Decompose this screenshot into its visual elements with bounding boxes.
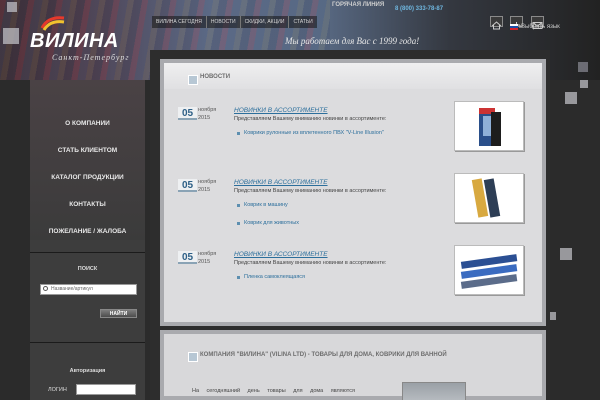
news-thumbnail[interactable]	[454, 101, 524, 151]
company-text: На сегодняшний день товары для дома явля…	[192, 388, 355, 394]
top-navigation: ВИЛИНА СЕГОДНЯ НОВОСТИ СКИДКИ, АКЦИИ СТА…	[152, 16, 317, 28]
news-date-month: ноября	[198, 179, 217, 185]
menu-item-feedback[interactable]: ПОЖЕЛАНИЕ / ЖАЛОБА	[30, 218, 145, 245]
news-links: Коврики рулонные из вплетенного ПВХ "V-L…	[237, 130, 384, 148]
hotline-phone[interactable]: 8 (800) 333-78-87	[395, 6, 443, 12]
home-icon[interactable]	[490, 16, 503, 30]
rolled-mats-icon	[479, 108, 501, 146]
logo-text: ВИЛИНА	[30, 30, 119, 52]
logo-subtitle: Санкт-Петербург	[52, 53, 130, 62]
menu-item-catalog[interactable]: КАТАЛОГ ПРОДУКЦИИ	[30, 164, 145, 191]
news-links: Коврик в машину Коврик для животных	[237, 202, 299, 238]
news-date-year: 2015	[198, 259, 211, 265]
menu-item-become-client[interactable]: СТАТЬ КЛИЕНТОМ	[30, 137, 145, 164]
news-section-title: НОВОСТИ	[200, 74, 231, 80]
news-intro: Представляем Вашему вниманию новинки в а…	[234, 188, 387, 194]
auth-title: Авторизация	[69, 368, 106, 374]
header-slogan: Мы работаем для Вас с 1999 года!	[285, 36, 420, 46]
menu-item-contacts[interactable]: КОНТАКТЫ	[30, 191, 145, 218]
hotline-label: ГОРЯЧАЯ ЛИНИЯ	[332, 2, 385, 8]
sidebar: О КОМПАНИИ СТАТЬ КЛИЕНТОМ КАТАЛОГ ПРОДУК…	[30, 80, 145, 400]
news-title-link[interactable]: НОВИНКИ В АССОРТИМЕНТЕ	[234, 107, 328, 114]
search-input[interactable]: Название/артикул	[40, 284, 137, 295]
decor-square	[3, 28, 19, 44]
decor-square	[7, 2, 17, 12]
news-date-day: 05	[178, 251, 197, 264]
news-date-month: ноября	[198, 251, 217, 257]
menu-item-about[interactable]: О КОМПАНИИ	[30, 110, 145, 137]
search-icon	[43, 286, 48, 291]
news-item: 05 ноября 2015 НОВИНКИ В АССОРТИМЕНТЕ Пр…	[164, 169, 542, 241]
news-date-month: ноября	[198, 107, 217, 113]
news-product-link[interactable]: Коврик для животных	[237, 220, 299, 226]
news-thumbnail[interactable]	[454, 173, 524, 223]
news-date-year: 2015	[198, 115, 211, 121]
topnav-news[interactable]: НОВОСТИ	[207, 16, 241, 28]
decor-square	[560, 248, 572, 260]
russian-flag-icon	[510, 24, 518, 30]
news-date-year: 2015	[198, 187, 211, 193]
section-square-icon	[188, 75, 198, 85]
search-button[interactable]: НАЙТИ	[100, 309, 137, 318]
page: ВИЛИНА Санкт-Петербург ВИЛИНА СЕГОДНЯ НО…	[0, 0, 600, 400]
topnav-articles[interactable]: СТАТЬИ	[289, 16, 316, 28]
login-label: логин	[48, 387, 67, 393]
section-square-icon	[188, 352, 198, 362]
login-input[interactable]	[76, 384, 136, 395]
news-thumbnail[interactable]	[454, 245, 524, 295]
news-panel: НОВОСТИ 05 ноября 2015 НОВИНКИ В АССОРТИ…	[160, 59, 546, 326]
sidebar-divider	[30, 252, 145, 253]
news-date-day: 05	[178, 107, 197, 120]
news-item: 05 ноября 2015 НОВИНКИ В АССОРТИМЕНТЕ Пр…	[164, 241, 542, 313]
company-section-title: КОМПАНИЯ "ВИЛИНА" (VILINA LTD) - ТОВАРЫ …	[200, 352, 447, 358]
news-item: 05 ноября 2015 НОВИНКИ В АССОРТИМЕНТЕ Пр…	[164, 97, 542, 169]
decor-square	[580, 80, 588, 88]
news-title-link[interactable]: НОВИНКИ В АССОРТИМЕНТЕ	[234, 179, 328, 186]
news-intro: Представляем Вашему вниманию новинки в а…	[234, 260, 387, 266]
main-menu: О КОМПАНИИ СТАТЬ КЛИЕНТОМ КАТАЛОГ ПРОДУК…	[30, 110, 145, 245]
company-image	[402, 382, 466, 400]
car-mat-icon	[471, 178, 501, 218]
language-label: Выбрать язык	[521, 24, 560, 30]
topnav-discounts[interactable]: СКИДКИ, АКЦИИ	[241, 16, 290, 28]
news-product-link[interactable]: Коврик в машину	[237, 202, 299, 208]
news-intro: Представляем Вашему вниманию новинки в а…	[234, 116, 387, 122]
news-title-link[interactable]: НОВИНКИ В АССОРТИМЕНТЕ	[234, 251, 328, 258]
company-panel: КОМПАНИЯ "ВИЛИНА" (VILINA LTD) - ТОВАРЫ …	[160, 330, 546, 400]
news-product-link[interactable]: Пленка самоклеящаяся	[236, 274, 305, 280]
news-product-link[interactable]: Коврики рулонные из вплетенного ПВХ "V-L…	[237, 130, 384, 136]
language-selector[interactable]: Выбрать язык	[510, 24, 560, 30]
main-content: НОВОСТИ 05 ноября 2015 НОВИНКИ В АССОРТИ…	[150, 50, 550, 400]
decor-square	[565, 92, 577, 104]
sidebar-divider	[30, 342, 145, 343]
news-links: Пленка самоклеящаяся	[236, 274, 305, 292]
adhesive-film-icon	[460, 254, 518, 289]
logo[interactable]: ВИЛИНА Санкт-Петербург	[30, 14, 150, 62]
news-panel-header: НОВОСТИ	[164, 63, 542, 89]
search-title: ПОИСК	[77, 266, 98, 272]
decor-square	[578, 62, 588, 72]
topnav-vilina-today[interactable]: ВИЛИНА СЕГОДНЯ	[152, 16, 207, 28]
news-date-day: 05	[178, 179, 197, 192]
